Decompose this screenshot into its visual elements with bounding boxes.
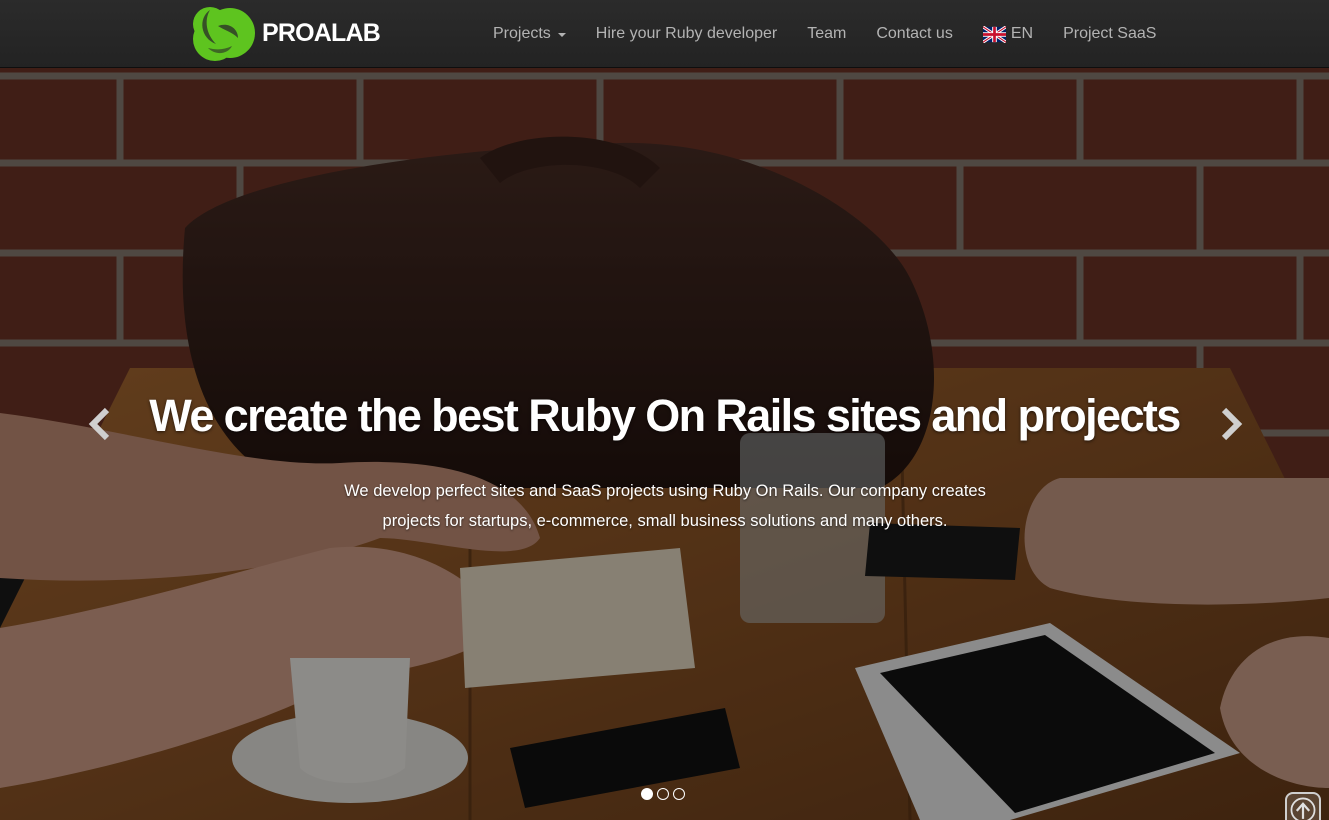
- proalab-logo-icon: [193, 7, 255, 61]
- nav-hire-developer-label: Hire your Ruby developer: [595, 25, 778, 42]
- main-nav: Projects Hire your Ruby developer Team C…: [478, 0, 1171, 68]
- hero-dark-overlay: [0, 68, 1329, 820]
- brand-name: PROALAB: [262, 18, 381, 47]
- top-navbar: PROALAB Projects Hire your Ruby develope…: [0, 0, 1329, 68]
- nav-team[interactable]: Team: [792, 0, 861, 68]
- nav-contact-label: Contact us: [876, 25, 953, 42]
- chevron-left-icon[interactable]: [85, 406, 115, 442]
- caret-down-icon: [557, 33, 566, 37]
- nav-language-label: EN: [1010, 25, 1034, 42]
- hero-carousel: We create the best Ruby On Rails sites a…: [0, 68, 1329, 820]
- hero-description: We develop perfect sites and SaaS projec…: [344, 482, 986, 530]
- uk-flag-icon: [982, 25, 1006, 43]
- carousel-dot-2[interactable]: [657, 788, 669, 800]
- nav-project-saas[interactable]: Project SaaS: [1048, 0, 1171, 68]
- nav-language[interactable]: EN: [968, 0, 1048, 68]
- hero-title: We create the best Ruby On Rails sites a…: [149, 390, 1181, 441]
- brand-link[interactable]: PROALAB: [188, 4, 381, 62]
- nav-hire-developer[interactable]: Hire your Ruby developer: [581, 0, 792, 68]
- nav-projects-label: Projects: [493, 25, 551, 42]
- nav-contact[interactable]: Contact us: [861, 0, 967, 68]
- carousel-dot-3[interactable]: [673, 788, 685, 800]
- nav-projects[interactable]: Projects: [478, 0, 581, 68]
- carousel-dot-1[interactable]: [641, 788, 653, 800]
- carousel-indicators: [641, 788, 685, 800]
- chevron-right-icon[interactable]: [1216, 406, 1246, 442]
- nav-project-saas-label: Project SaaS: [1063, 25, 1157, 42]
- nav-team-label: Team: [807, 25, 847, 42]
- scroll-to-top-icon[interactable]: [1285, 792, 1321, 820]
